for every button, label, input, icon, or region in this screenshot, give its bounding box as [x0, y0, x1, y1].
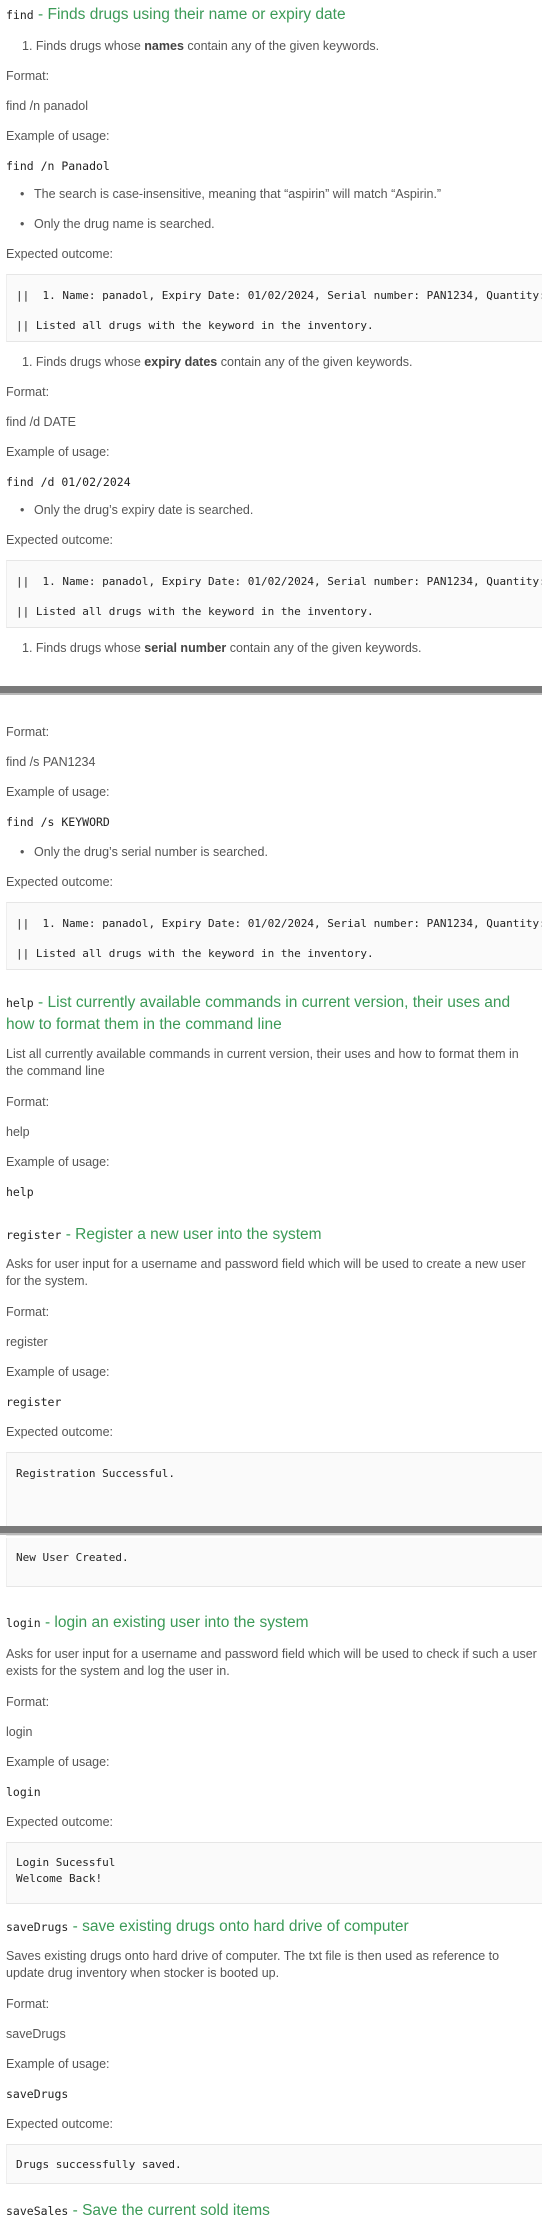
example-label: Example of usage: [6, 2057, 110, 2071]
savedrugs-heading: saveDrugs - save existing drugs onto har… [6, 1916, 538, 1938]
output-line: || 1. Name: panadol, Expiry Date: 01/02/… [16, 289, 542, 302]
example-label: Example of usage: [6, 1755, 110, 1769]
help-heading: help - List currently available commands… [6, 992, 538, 1036]
help-command-code: help [6, 996, 34, 1010]
find-date-format: find /d DATE [6, 415, 76, 429]
output-line: || 1. Name: panadol, Expiry Date: 01/02/… [16, 575, 542, 588]
find-case-insensitive-bullet: The search is case-insensitive, meaning … [20, 186, 538, 203]
register-heading-desc: - Register a new user into the system [65, 1226, 322, 1243]
output-line: || 1. Name: panadol, Expiry Date: 01/02/… [16, 917, 542, 930]
output-line: || Listed all drugs with the keyword in … [16, 605, 374, 618]
page-separator [0, 686, 542, 695]
register-description: Asks for user input for a username and p… [6, 1257, 526, 1288]
find-serial-item: 1. Finds drugs whose serial number conta… [22, 641, 422, 655]
find-name-example: find /n Panadol [6, 159, 110, 173]
register-output-block-cont: New User Created. [6, 1538, 542, 1587]
login-command-code: login [6, 1616, 41, 1630]
format-label: Format: [6, 385, 50, 399]
expected-label: Expected outcome: [6, 2117, 114, 2131]
document-page: find - Finds drugs using their name or e… [0, 0, 542, 2232]
page-separator [0, 1526, 542, 1535]
savesales-heading: saveSales - Save the current sold items [6, 2200, 538, 2222]
login-example: login [6, 1785, 41, 1799]
output-line: || Listed all drugs with the keyword in … [16, 319, 374, 332]
login-heading: login - login an existing user into the … [6, 1612, 538, 1634]
find-name-output-block: || 1. Name: panadol, Expiry Date: 01/02/… [6, 274, 542, 342]
format-label: Format: [6, 69, 50, 83]
example-label: Example of usage: [6, 1155, 110, 1169]
register-output-block: Registration Successful. [6, 1452, 542, 1536]
register-heading: register - Register a new user into the … [6, 1224, 538, 1246]
login-heading-desc: - login an existing user into the system [44, 1614, 309, 1631]
output-line: Registration Successful. [16, 1467, 175, 1480]
find-name-item: 1. Finds drugs whose names contain any o… [22, 39, 380, 53]
help-format: help [6, 1125, 30, 1139]
register-format: register [6, 1335, 48, 1349]
savedrugs-format: saveDrugs [6, 2027, 66, 2041]
expected-label: Expected outcome: [6, 247, 114, 261]
help-description: List all currently available commands in… [6, 1047, 519, 1078]
format-label: Format: [6, 1997, 50, 2011]
savedrugs-description: Saves existing drugs onto hard drive of … [6, 1949, 500, 1980]
find-date-example: find /d 01/02/2024 [6, 475, 131, 489]
expected-label: Expected outcome: [6, 533, 114, 547]
savesales-heading-desc: - Save the current sold items [72, 2202, 270, 2219]
find-date-output-block: || 1. Name: panadol, Expiry Date: 01/02/… [6, 560, 542, 628]
example-label: Example of usage: [6, 129, 110, 143]
find-serial-example: find /s KEYWORD [6, 815, 110, 829]
expected-label: Expected outcome: [6, 1815, 114, 1829]
find-serial-format: find /s PAN1234 [6, 755, 96, 769]
find-serial-only-bullet: Only the drug’s serial number is searche… [20, 844, 538, 861]
find-serial-output-block: || 1. Name: panadol, Expiry Date: 01/02/… [6, 902, 542, 970]
help-heading-desc: - List currently available commands in c… [6, 994, 511, 1033]
find-date-item: 1. Finds drugs whose expiry dates contai… [22, 355, 413, 369]
output-line: Login Sucessful [16, 1856, 116, 1869]
format-label: Format: [6, 1695, 50, 1709]
savedrugs-heading-desc: - save existing drugs onto hard drive of… [72, 1918, 409, 1935]
find-name-format: find /n panadol [6, 99, 89, 113]
find-date-only-bullet: Only the drug’s expiry date is searched. [20, 502, 538, 519]
output-line: Welcome Back! [16, 1872, 103, 1885]
find-heading-desc: - Finds drugs using their name or expiry… [38, 6, 346, 23]
help-example: help [6, 1185, 34, 1199]
login-output-block: Login Sucessful Welcome Back! [6, 1842, 542, 1904]
format-label: Format: [6, 1305, 50, 1319]
savedrugs-example: saveDrugs [6, 2087, 69, 2101]
output-line: New User Created. [16, 1551, 129, 1564]
savedrugs-command-code: saveDrugs [6, 1920, 69, 1934]
example-label: Example of usage: [6, 445, 110, 459]
expected-label: Expected outcome: [6, 1425, 114, 1439]
find-command-code: find [6, 8, 34, 22]
register-command-code: register [6, 1228, 62, 1242]
register-example: register [6, 1395, 62, 1409]
example-label: Example of usage: [6, 785, 110, 799]
login-description: Asks for user input for a username and p… [6, 1647, 537, 1678]
savesales-command-code: saveSales [6, 2204, 69, 2218]
expected-label: Expected outcome: [6, 875, 114, 889]
savedrugs-output-block: Drugs successfully saved. [6, 2144, 542, 2184]
find-heading: find - Finds drugs using their name or e… [6, 4, 538, 26]
login-format: login [6, 1725, 33, 1739]
find-name-only-bullet: Only the drug name is searched. [20, 216, 538, 233]
output-line: Drugs successfully saved. [16, 2158, 182, 2171]
output-line: || Listed all drugs with the keyword in … [16, 947, 374, 960]
example-label: Example of usage: [6, 1365, 110, 1379]
format-label: Format: [6, 1095, 50, 1109]
format-label: Format: [6, 725, 50, 739]
